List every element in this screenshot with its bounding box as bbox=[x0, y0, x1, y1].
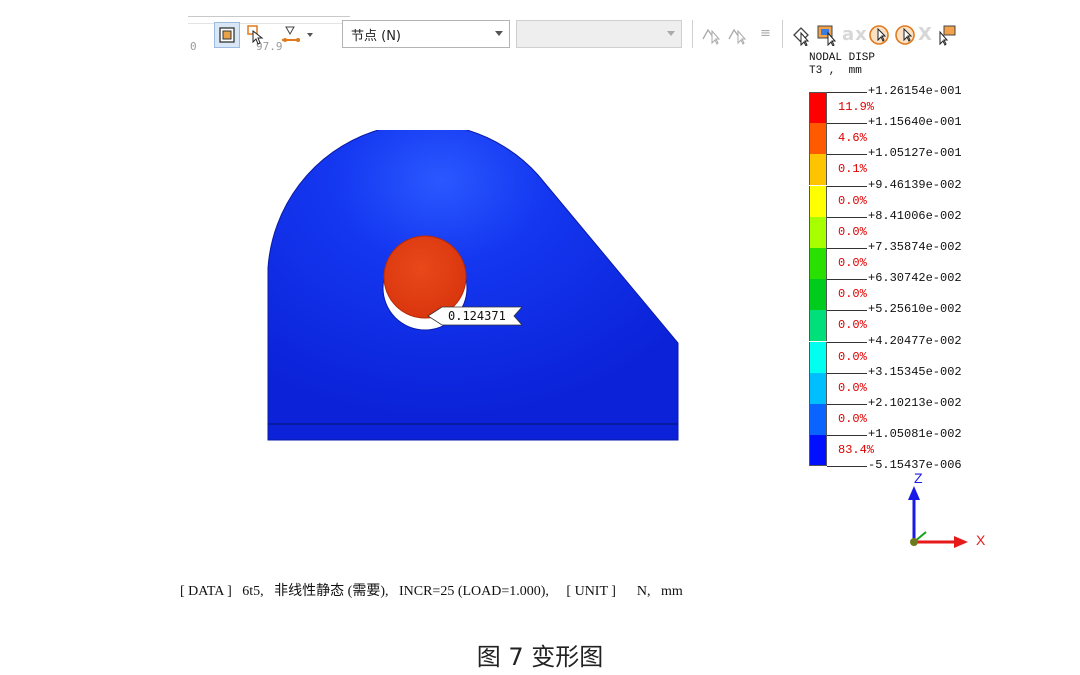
legend-tick bbox=[827, 279, 867, 281]
legend-percentage-label: 0.1% bbox=[838, 162, 867, 177]
toolbar-separator bbox=[692, 20, 693, 48]
analysis-status-line: [ DATA ] 6t5, 非线性静态 (需要), INCR=25 (LOAD=… bbox=[180, 584, 683, 599]
pick-icon bbox=[939, 25, 956, 46]
legend-color-band bbox=[809, 279, 827, 311]
legend-color-band bbox=[809, 185, 827, 217]
legend-percentage-label: 0.0% bbox=[838, 380, 867, 395]
box-select-icon bbox=[817, 25, 837, 46]
legend-color-band bbox=[809, 435, 827, 467]
fit-view-button[interactable] bbox=[214, 22, 240, 48]
chevron-down-icon bbox=[667, 31, 675, 36]
legend-tick bbox=[827, 404, 867, 405]
legend-value-label: +5.25610e-002 bbox=[868, 302, 962, 317]
legend-value-label: +6.30742e-002 bbox=[868, 271, 962, 286]
legend-percentage-label: 0.0% bbox=[838, 412, 867, 426]
legend-color-band bbox=[809, 372, 827, 404]
probe-node-button[interactable] bbox=[698, 22, 724, 48]
list-icon: ≡ bbox=[760, 26, 771, 41]
legend-tick bbox=[827, 92, 867, 93]
legend-tick bbox=[827, 216, 867, 218]
legend-color-band bbox=[809, 154, 827, 186]
probe-icon bbox=[702, 28, 721, 45]
legend-color-band bbox=[809, 310, 827, 342]
deform-button[interactable] bbox=[242, 22, 268, 48]
legend-percentage-label: 0.0% bbox=[838, 256, 867, 270]
legend-value-label: +1.15640e-001 bbox=[868, 115, 962, 130]
fe-model-view[interactable]: 0.124371 bbox=[260, 123, 690, 450]
legend-percentage-label: 4.6% bbox=[838, 131, 867, 146]
z-axis-arrow bbox=[908, 486, 920, 500]
legend-color-band bbox=[809, 123, 827, 155]
legend-title: NODAL DISP T3 , mm bbox=[809, 52, 875, 78]
legend-tick bbox=[827, 248, 867, 249]
legend-value-label: +1.05081e-002 bbox=[868, 427, 962, 442]
legend-value-label: +8.41006e-002 bbox=[868, 208, 962, 223]
select-icon bbox=[793, 27, 810, 46]
x-axis-label: X bbox=[976, 532, 986, 548]
legend-value-label: +4.20477e-002 bbox=[868, 333, 962, 348]
legend-value-label: +9.46139e-002 bbox=[868, 177, 962, 192]
legend-color-band bbox=[809, 216, 827, 248]
legend-tick bbox=[827, 154, 867, 156]
legend-value-label: +2.10213e-002 bbox=[868, 396, 962, 410]
probe-icon bbox=[728, 28, 747, 45]
legend-tick bbox=[827, 372, 867, 374]
legend-tick bbox=[827, 466, 867, 468]
legend-percentage-label: 0.0% bbox=[838, 318, 867, 333]
step-slider[interactable] bbox=[188, 16, 350, 24]
deform-icon bbox=[247, 25, 264, 45]
node-icon bbox=[282, 26, 313, 42]
pin-displaced bbox=[383, 235, 467, 319]
legend-percentage-label: 11.9% bbox=[838, 100, 875, 114]
entity-type-select[interactable]: 节点 (N) bbox=[342, 20, 510, 48]
bracket-body bbox=[267, 123, 679, 441]
fe-model-canvas: 0.124371 bbox=[267, 123, 679, 441]
legend-color-band bbox=[809, 341, 827, 373]
legend-color-band bbox=[809, 248, 827, 279]
box-select-button[interactable] bbox=[814, 22, 840, 48]
watermark-x: X bbox=[918, 24, 933, 45]
entity-type-value: 节点 (N) bbox=[351, 28, 402, 44]
fit-view-icon bbox=[219, 27, 235, 43]
legend-value-label: +7.35874e-002 bbox=[868, 240, 962, 254]
legend-tick bbox=[827, 310, 867, 312]
axis-origin bbox=[910, 538, 918, 546]
legend-tick bbox=[827, 341, 867, 343]
legend-color-band bbox=[809, 404, 827, 435]
legend-color-band bbox=[809, 92, 827, 123]
axis-triad: Z X bbox=[896, 470, 996, 560]
legend-value-label: +3.15345e-002 bbox=[868, 364, 962, 379]
legend-tick bbox=[827, 185, 867, 187]
legend-value-label: +1.26154e-001 bbox=[868, 84, 962, 98]
rotate-icon bbox=[895, 25, 915, 45]
pick-button[interactable] bbox=[934, 22, 960, 48]
z-axis-label: Z bbox=[914, 470, 923, 486]
legend-title-line2: T3 , mm bbox=[809, 65, 862, 77]
probe-value-label: 0.124371 bbox=[448, 309, 506, 323]
legend-tick bbox=[827, 435, 867, 437]
rotate-icon bbox=[869, 25, 889, 45]
node-display-button[interactable] bbox=[278, 22, 318, 48]
legend-value-label: +1.05127e-001 bbox=[868, 146, 962, 161]
legend-percentage-label: 0.0% bbox=[838, 349, 867, 364]
watermark-text: ax bbox=[842, 24, 868, 45]
rotate-right-button[interactable] bbox=[892, 22, 918, 48]
component-select[interactable] bbox=[516, 20, 682, 48]
select-tool-button[interactable] bbox=[788, 22, 814, 48]
figure-caption: 图 7 变形图 bbox=[476, 643, 604, 671]
probe-element-button[interactable] bbox=[724, 22, 750, 48]
results-toolbar: 0 97.9 节点 (N) ≡ ax X bbox=[186, 14, 986, 54]
legend-percentage-label: 0.0% bbox=[838, 224, 867, 239]
legend-percentage-label: 83.4% bbox=[838, 443, 875, 458]
rotate-left-button[interactable] bbox=[866, 22, 892, 48]
slider-min-label: 0 bbox=[190, 40, 197, 53]
x-axis-arrow bbox=[954, 536, 968, 548]
legend-percentage-label: 0.0% bbox=[838, 193, 867, 208]
chevron-down-icon bbox=[495, 31, 503, 36]
legend-tick bbox=[827, 123, 867, 125]
contour-legend: NODAL DISP T3 , mm +1.26154e-001 +1.15640… bbox=[806, 52, 1006, 482]
toolbar-separator bbox=[782, 20, 783, 48]
legend-percentage-label: 0.0% bbox=[838, 287, 867, 302]
legend-title-line1: NODAL DISP bbox=[809, 52, 876, 64]
